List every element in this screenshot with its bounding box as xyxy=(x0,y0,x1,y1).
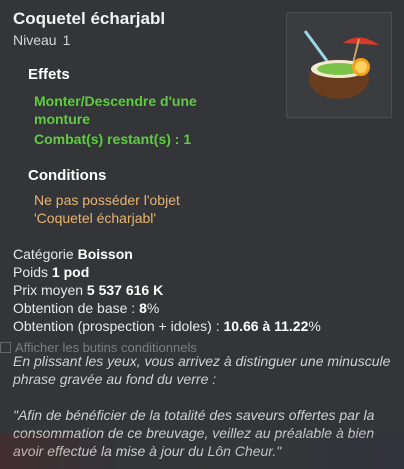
prospect-drop-row: Obtention (prospection + idoles) : 10.66… xyxy=(13,318,321,334)
checkbox-icon[interactable] xyxy=(0,342,11,353)
item-level: Niveau 1 xyxy=(13,32,70,48)
weight-value: 1 pod xyxy=(51,264,90,280)
coconut-cocktail-icon xyxy=(303,30,379,99)
item-image-frame xyxy=(286,12,392,118)
condition-item: Ne pas posséder l'objet 'Coquetel écharj… xyxy=(34,192,180,226)
level-label: Niveau xyxy=(13,32,57,48)
effects-heading: Effets xyxy=(28,66,70,83)
conditions-heading: Conditions xyxy=(28,167,107,184)
avg-price-value: 5 537 616 K xyxy=(86,282,164,298)
base-drop-label: Obtention de base : xyxy=(13,300,136,316)
item-title: Coquetel écharjabl xyxy=(13,9,166,28)
background-hud-strip xyxy=(0,433,404,469)
base-drop-unit: % xyxy=(146,300,160,316)
prospect-value: 10.66 à 11.22 xyxy=(223,318,309,334)
effect-remaining-fights: Combat(s) restant(s) : 1 xyxy=(34,131,192,147)
avg-price-row: Prix moyen 5 537 616 K xyxy=(13,282,163,298)
item-tooltip: Coquetel écharjabl Niveau 1 Effets Monter… xyxy=(0,0,404,469)
category-value: Boisson xyxy=(77,246,133,262)
base-drop-row: Obtention de base : 8% xyxy=(13,300,159,316)
category-label: Catégorie xyxy=(13,246,74,262)
prospect-unit: % xyxy=(308,318,321,334)
base-drop-value: 8 xyxy=(139,300,147,316)
weight-row: Poids 1 pod xyxy=(13,264,89,280)
item-description: En plissant les yeux, vous arrivez à dis… xyxy=(13,353,391,387)
effect-mount: Monter/Descendre d'une monture xyxy=(34,93,197,127)
prospect-label: Obtention (prospection + idoles) : xyxy=(13,318,220,334)
avg-price-label: Prix moyen xyxy=(13,282,84,298)
level-value: 1 xyxy=(62,32,71,48)
category-row: Catégorie Boisson xyxy=(13,246,133,262)
weight-label: Poids xyxy=(13,264,49,280)
